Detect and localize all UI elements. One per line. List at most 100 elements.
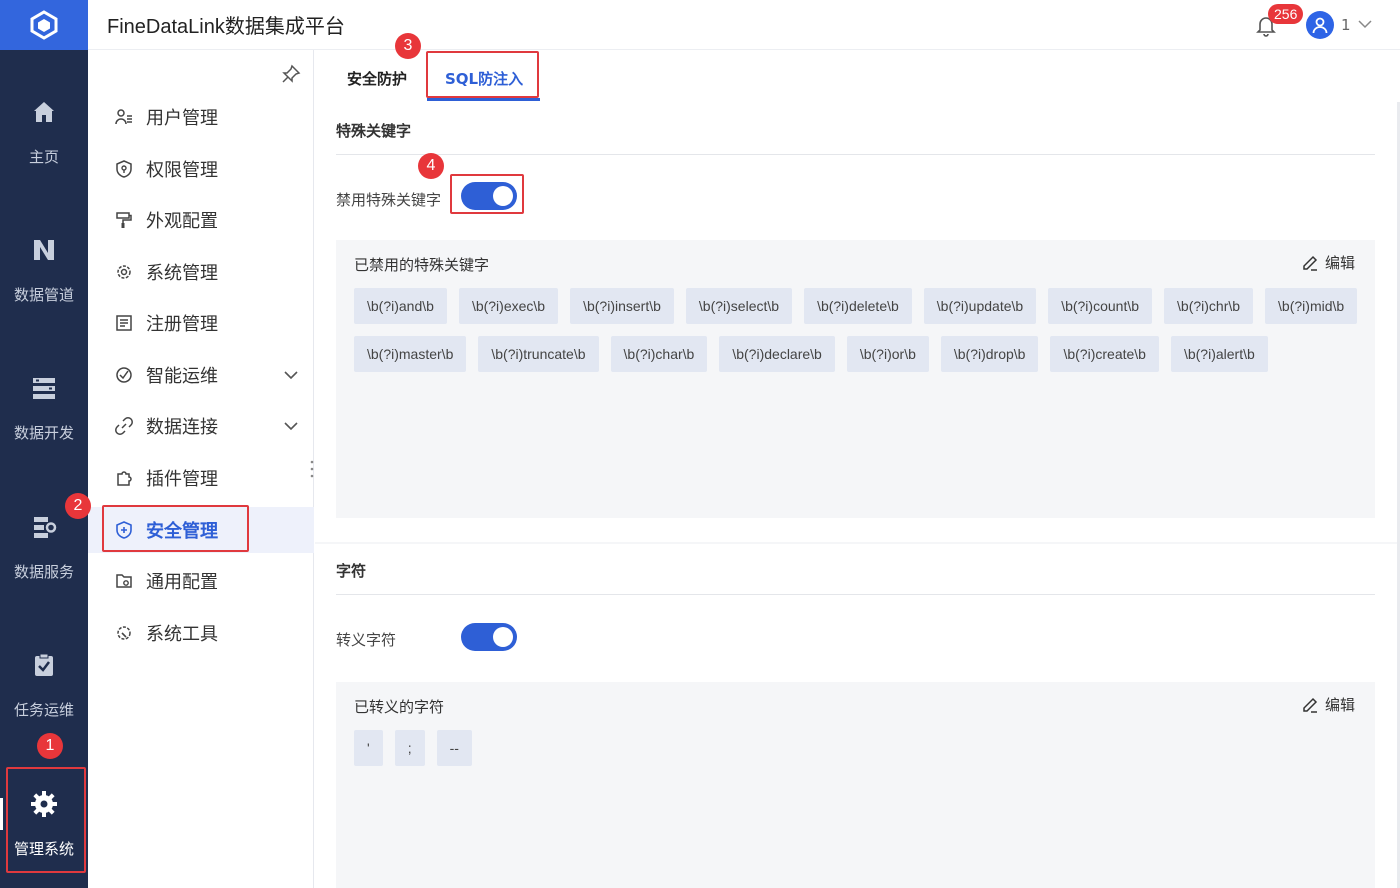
tag-item: \b(?i)exec\b xyxy=(458,288,559,324)
disabled-keywords-box: 已禁用的特殊关键字 编辑 \b(?i)and\b \b(?i)exec\b \b(?… xyxy=(336,240,1375,518)
menu-item-data-connection[interactable]: 数据连接 xyxy=(88,403,314,449)
tag-item: \b(?i)update\b xyxy=(923,288,1037,324)
menu-item-system-management[interactable]: 系统管理 xyxy=(88,249,314,295)
chevron-down-icon xyxy=(284,371,298,380)
menu-item-plugin-management[interactable]: 插件管理 xyxy=(88,455,314,501)
paint-roller-icon xyxy=(115,211,133,229)
tag-item: \b(?i)select\b xyxy=(685,288,793,324)
edit-icon xyxy=(1303,255,1318,271)
tool-icon xyxy=(115,624,133,642)
tag-item: \b(?i)mid\b xyxy=(1265,288,1358,324)
disable-keywords-toggle[interactable] xyxy=(461,182,517,210)
tag-item: \b(?i)count\b xyxy=(1048,288,1153,324)
menu-item-system-tools[interactable]: 系统工具 xyxy=(88,610,314,656)
menu-item-label: 权限管理 xyxy=(146,160,218,181)
menu-item-general-config[interactable]: 通用配置 xyxy=(88,558,314,604)
toggle-label: 禁用特殊关键字 xyxy=(336,191,442,209)
edit-keywords-button[interactable]: 编辑 xyxy=(1301,252,1355,273)
step-marker-3: 3 xyxy=(395,33,421,59)
active-tab-indicator xyxy=(427,98,540,101)
menu-item-label: 通用配置 xyxy=(146,572,218,593)
user-avatar[interactable] xyxy=(1306,11,1334,39)
escaped-chars-box: 已转义的字符 编辑 '; -- xyxy=(336,682,1375,888)
menu-item-registration-management[interactable]: 注册管理 xyxy=(88,300,314,346)
menu-item-user-management[interactable]: 用户管理 xyxy=(88,94,314,140)
tag-item: ' xyxy=(354,730,383,766)
rail-item-label: 主页 xyxy=(28,148,59,166)
menu-item-security-management[interactable]: 安全管理 xyxy=(88,507,314,553)
main-content: 安全防护 SQL防注入 特殊关键字 禁用特殊关键字 已禁用的特殊关键字 编辑 \… xyxy=(315,50,1400,888)
task-ops-icon xyxy=(30,651,58,679)
puzzle-icon xyxy=(115,469,133,487)
char-tag-list: '; -- xyxy=(354,730,1364,766)
shield-key-icon xyxy=(115,160,133,178)
menu-item-label: 插件管理 xyxy=(146,469,218,490)
user-icon xyxy=(1312,17,1328,34)
data-dev-icon xyxy=(30,374,58,402)
pipeline-icon xyxy=(30,236,58,264)
menu-item-label: 智能运维 xyxy=(146,366,218,387)
top-header: FineDataLink数据集成平台 xyxy=(88,0,1400,50)
menu-item-label: 安全管理 xyxy=(146,521,218,542)
gear-icon xyxy=(115,263,133,281)
rail-item-label: 数据服务 xyxy=(13,563,74,581)
step-marker-1: 1 xyxy=(37,733,63,759)
rail-item-data-dev[interactable]: 数据开发 xyxy=(0,336,88,456)
pin-icon[interactable] xyxy=(281,64,301,84)
tab-sql-injection[interactable]: SQL防注入 xyxy=(445,68,523,89)
tag-item: \b(?i)chr\b xyxy=(1164,288,1254,324)
escape-chars-toggle[interactable] xyxy=(461,623,517,651)
rail-item-admin-system[interactable]: 管理系统 xyxy=(0,752,88,872)
rail-item-label: 数据开发 xyxy=(13,424,74,442)
rail-item-label: 任务运维 xyxy=(13,701,74,719)
chevron-down-icon[interactable] xyxy=(1357,16,1373,32)
keyword-tag-list: \b(?i)and\b \b(?i)exec\b \b(?i)insert\b \b(… xyxy=(354,288,1364,372)
rail-item-task-ops[interactable]: 任务运维 xyxy=(0,613,88,733)
rail-item-data-pipeline[interactable]: 数据管道 xyxy=(0,198,88,318)
tag-item: -- xyxy=(436,730,472,766)
menu-item-label: 系统工具 xyxy=(146,624,218,645)
tag-item: \b(?i)or\b xyxy=(846,336,929,372)
keywords-panel: 特殊关键字 禁用特殊关键字 已禁用的特殊关键字 编辑 \b(?i)and\b \b… xyxy=(315,102,1398,542)
section-title: 特殊关键字 xyxy=(336,122,412,140)
tag-item: \b(?i)and\b xyxy=(354,288,447,324)
user-name[interactable]: 1 xyxy=(1341,16,1351,34)
tag-item: \b(?i)master\b xyxy=(354,336,467,372)
tag-item: \b(?i)drop\b xyxy=(940,336,1039,372)
section-divider xyxy=(336,594,1375,595)
menu-item-appearance-config[interactable]: 外观配置 xyxy=(88,197,314,243)
link-icon xyxy=(115,417,133,435)
toggle-knob xyxy=(493,627,513,647)
rail-item-label: 管理系统 xyxy=(13,840,74,858)
section-divider xyxy=(336,154,1375,155)
edit-chars-button[interactable]: 编辑 xyxy=(1301,694,1355,715)
tag-item: \b(?i)declare\b xyxy=(719,336,835,372)
edit-label: 编辑 xyxy=(1324,254,1355,272)
tag-item: \b(?i)truncate\b xyxy=(478,336,599,372)
chars-panel: 字符 转义字符 已转义的字符 编辑 '; -- xyxy=(315,544,1398,888)
chevron-down-icon xyxy=(284,422,298,431)
tag-item: \b(?i)insert\b xyxy=(570,288,674,324)
step-marker-2: 2 xyxy=(65,493,91,519)
rail-item-home[interactable]: 主页 xyxy=(0,60,88,180)
edit-label: 编辑 xyxy=(1324,696,1355,714)
tag-item: \b(?i)alert\b xyxy=(1170,336,1268,372)
rail-item-label: 数据管道 xyxy=(13,286,74,304)
app-logo[interactable] xyxy=(0,0,88,50)
menu-item-label: 用户管理 xyxy=(146,108,218,129)
menu-item-label: 外观配置 xyxy=(146,211,218,232)
tab-security-protection[interactable]: 安全防护 xyxy=(347,68,407,89)
menu-item-permission-management[interactable]: 权限管理 xyxy=(88,146,314,192)
menu-item-label: 数据连接 xyxy=(146,417,218,438)
edit-icon xyxy=(1303,697,1318,713)
tag-item: ; xyxy=(394,730,425,766)
data-service-icon xyxy=(30,513,58,541)
notification-count-badge: 256 xyxy=(1268,4,1304,24)
box-title: 已禁用的特殊关键字 xyxy=(354,256,490,274)
menu-item-smart-ops[interactable]: 智能运维 xyxy=(88,352,314,398)
gear-icon xyxy=(30,790,58,818)
menu-item-label: 注册管理 xyxy=(146,314,218,335)
tag-item: \b(?i)create\b xyxy=(1050,336,1159,372)
folder-gear-icon xyxy=(115,572,133,590)
toggle-knob xyxy=(493,186,513,206)
